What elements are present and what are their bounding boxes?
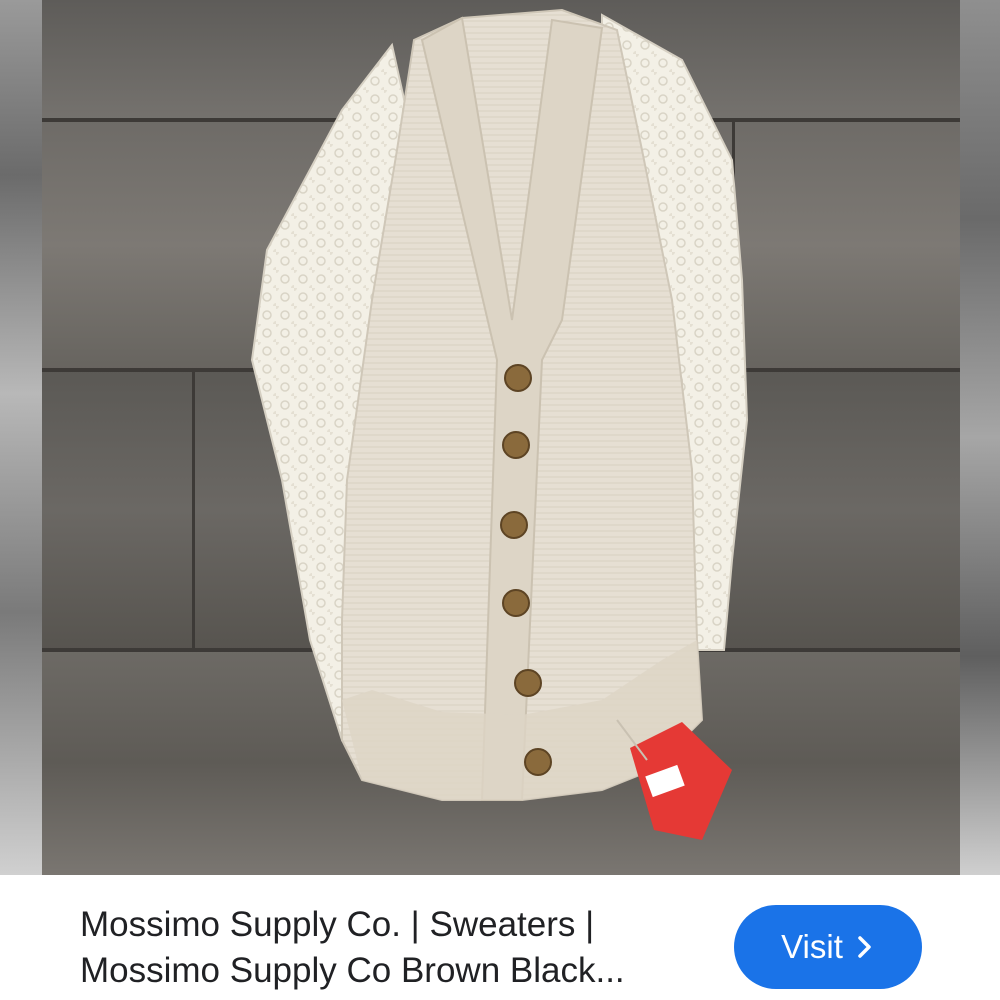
cardigan-button: [500, 511, 528, 539]
visit-button-label: Visit: [781, 928, 843, 965]
right-blur-edge: [960, 0, 1000, 875]
cardigan-illustration: [250, 8, 749, 840]
chevron-right-icon: [858, 936, 871, 958]
cardigan-button: [502, 589, 530, 617]
product-image[interactable]: [42, 0, 960, 875]
left-blur-edge: [0, 0, 42, 875]
result-title-line-2: Mossimo Supply Co Brown Black...: [80, 951, 625, 990]
cardigan-button: [514, 669, 542, 697]
cardigan-button: [504, 364, 532, 392]
result-title[interactable]: Mossimo Supply Co. | Sweaters | Mossimo …: [80, 902, 690, 994]
result-title-line-1: Mossimo Supply Co. | Sweaters |: [80, 905, 595, 944]
cardigan-button: [502, 431, 530, 459]
visit-button[interactable]: Visit: [734, 905, 922, 989]
cardigan-button: [524, 748, 552, 776]
